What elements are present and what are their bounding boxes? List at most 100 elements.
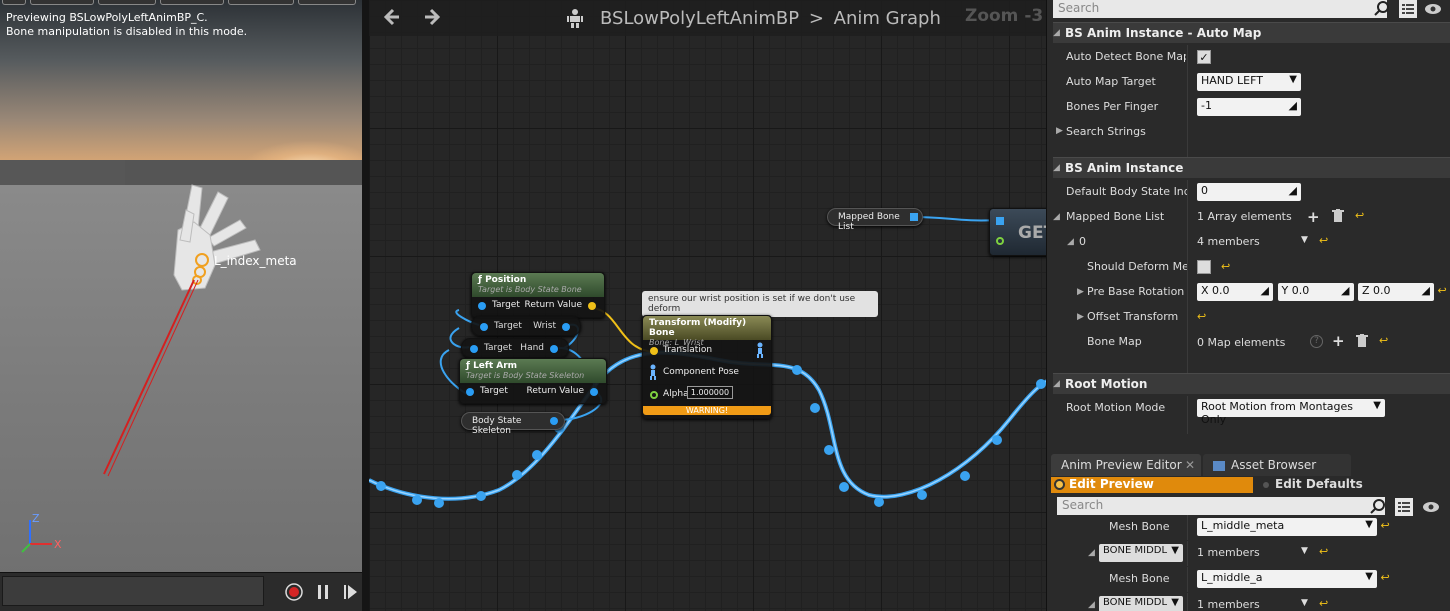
asset-browser-icon (1213, 460, 1225, 471)
root-motion-mode-dropdown[interactable]: Root Motion from Montages Only ▼ (1197, 399, 1385, 426)
bone-key-dropdown[interactable]: BONE MIDDL ▼ (1099, 544, 1183, 562)
forward-arrow-icon[interactable] (421, 6, 443, 34)
hand-node[interactable]: Target Hand (461, 338, 569, 358)
category-bs-anim-instance[interactable]: ◢ BS Anim Instance (1053, 157, 1450, 178)
reset-to-default-icon[interactable]: ↩ (1438, 284, 1447, 297)
prop-offset-transform[interactable]: ▶ Offset Transform ↩ (1053, 305, 1450, 330)
category-root-motion[interactable]: ◢ Root Motion (1053, 373, 1450, 394)
add-element-icon[interactable]: + (1307, 208, 1320, 226)
get-array-pin[interactable] (996, 217, 1004, 225)
mesh-bone-dropdown[interactable]: L_middle_a ▼ (1197, 570, 1377, 588)
bone-map-count: 0 Map elements (1197, 336, 1286, 349)
reset-to-default-icon[interactable]: ↩ (1381, 519, 1390, 532)
view-options-icon[interactable] (1399, 0, 1417, 18)
rotation-x-field[interactable]: X 0.0 ◢ (1197, 283, 1273, 301)
alpha-pin-row: Alpha 1.000000 (643, 384, 771, 406)
get-node[interactable]: GET (989, 208, 1046, 256)
reset-to-default-icon[interactable]: ↩ (1319, 545, 1328, 558)
translation-pin[interactable] (650, 347, 658, 355)
tab-asset-browser[interactable]: Asset Browser (1203, 454, 1351, 476)
graph-name: Anim Graph (833, 8, 941, 29)
viewport-perspective-button[interactable] (30, 0, 94, 5)
radio-unselected-icon (1263, 482, 1269, 488)
viewport-lit-button[interactable] (98, 0, 156, 5)
left-arm-return-pin[interactable] (590, 388, 598, 396)
auto-map-target-dropdown[interactable]: HAND LEFT ▼ (1197, 73, 1301, 91)
viewport-lod-button[interactable] (298, 0, 356, 5)
preview-viewport[interactable]: Previewing BSLowPolyLeftAnimBP_C. Bone m… (0, 0, 362, 611)
record-button[interactable] (284, 582, 304, 602)
details-search-input[interactable]: Search (1053, 0, 1387, 18)
reset-to-default-icon[interactable]: ↩ (1221, 260, 1230, 273)
bone-name-label: L_index_meta (214, 254, 297, 268)
get-index-pin[interactable] (996, 237, 1004, 245)
reset-to-default-icon[interactable]: ↩ (1319, 234, 1328, 247)
reset-to-default-icon[interactable]: ↩ (1379, 334, 1388, 347)
reset-to-default-icon[interactable]: ↩ (1355, 209, 1364, 222)
eye-icon[interactable] (1421, 498, 1439, 516)
prop-search-strings[interactable]: ▶ Search Strings (1053, 120, 1450, 145)
trash-icon[interactable] (1332, 209, 1344, 226)
viewport-show-button[interactable] (160, 0, 224, 5)
reset-to-default-icon[interactable]: ↩ (1319, 597, 1328, 610)
element-options-dropdown[interactable]: ▼ (1301, 235, 1308, 245)
array-pin-icon[interactable] (910, 213, 918, 221)
position-target-pin[interactable] (478, 302, 486, 310)
close-icon[interactable]: ✕ (1185, 458, 1195, 472)
viewport-menu-button[interactable] (2, 0, 26, 5)
wrist-node[interactable]: Target Wrist (471, 316, 581, 336)
hand-target-pin[interactable] (470, 345, 478, 353)
reset-to-default-icon[interactable]: ↩ (1381, 571, 1390, 584)
viewport-character-button[interactable] (228, 0, 294, 5)
skeleton-out-pin[interactable] (550, 417, 558, 425)
prop-mapped-bone-list[interactable]: ◢ Mapped Bone List 1 Array elements + ↩ (1053, 205, 1450, 230)
position-return-pin[interactable] (588, 302, 596, 310)
preview-search-input[interactable]: Search (1057, 497, 1385, 515)
rotation-y-field[interactable]: Y 0.0 ◢ (1277, 283, 1354, 301)
edit-preview-toggle[interactable]: Edit Preview (1051, 477, 1253, 493)
wrist-target-label: Target (494, 321, 522, 331)
bone-key-dropdown[interactable]: BONE MIDDL ▼ (1099, 596, 1183, 611)
reset-to-default-icon[interactable]: ↩ (1197, 310, 1206, 323)
trash-icon[interactable] (1356, 334, 1368, 351)
pause-button[interactable] (313, 582, 333, 602)
add-element-icon[interactable]: + (1332, 332, 1345, 350)
help-icon[interactable]: ? (1310, 335, 1323, 348)
wrist-target-pin[interactable] (480, 323, 488, 331)
edit-defaults-toggle[interactable]: Edit Defaults (1257, 477, 1447, 493)
prop-pre-base-rotation[interactable]: ▶ Pre Base Rotation X 0.0 ◢ Y 0.0 ◢ Z 0.0 ◢… (1053, 280, 1450, 305)
alpha-pin[interactable] (650, 391, 658, 399)
auto-detect-checkbox[interactable]: ✓ (1197, 50, 1211, 64)
transform-node-title: Transform (Modify) Bone (649, 318, 747, 338)
view-options-icon[interactable] (1395, 498, 1413, 516)
left-arm-node[interactable]: ƒ Left Arm Target is Body State Skeleton… (459, 358, 607, 404)
comment-bubble[interactable]: ensure our wrist position is set if we d… (642, 291, 878, 317)
timeline-scrubber[interactable] (2, 576, 264, 606)
chevron-down-icon[interactable]: ▼ (1301, 546, 1308, 556)
should-deform-checkbox[interactable] (1197, 260, 1211, 274)
rotation-z-field[interactable]: Z 0.0 ◢ (1358, 283, 1434, 301)
mesh-bone-dropdown[interactable]: L_middle_meta ▼ (1197, 518, 1377, 536)
left-arm-target-pin[interactable] (466, 388, 474, 396)
chevron-down-icon[interactable]: ▼ (1301, 598, 1308, 608)
bones-per-finger-field[interactable]: -1 ◢ (1197, 98, 1301, 116)
category-auto-map[interactable]: ◢ BS Anim Instance - Auto Map (1053, 22, 1450, 43)
mapped-bone-list-variable[interactable]: Mapped Bone List (827, 208, 923, 232)
position-node[interactable]: ƒ Position Target is Body State Bone Tar… (471, 272, 605, 318)
tab-anim-preview-editor[interactable]: Anim Preview Editor ✕ (1051, 454, 1201, 476)
pose-out-icon[interactable] (755, 342, 765, 362)
default-index-field[interactable]: 0 ◢ (1197, 183, 1301, 201)
prop-array-element-0[interactable]: ◢ 0 4 members ▼ ↩ (1053, 230, 1450, 255)
anim-graph-canvas[interactable]: BSLowPolyLeftAnimBP > Anim Graph Zoom -3… (369, 0, 1046, 611)
hand-out-pin[interactable] (550, 345, 558, 353)
blueprint-name[interactable]: BSLowPolyLeftAnimBP (600, 8, 799, 29)
eye-icon[interactable] (1423, 0, 1441, 18)
back-arrow-icon[interactable] (381, 6, 403, 34)
body-state-skeleton-variable[interactable]: Body State Skeleton (461, 412, 565, 436)
pose-in-icon[interactable] (648, 364, 658, 383)
expand-arrow-icon: ▶ (1077, 312, 1084, 322)
transform-modify-bone-node[interactable]: Transform (Modify) Bone Bone: L_Wrist Tr… (642, 315, 772, 419)
alpha-value-field[interactable]: 1.000000 (687, 386, 733, 399)
wrist-out-pin[interactable] (562, 323, 570, 331)
step-forward-button[interactable] (340, 582, 360, 602)
